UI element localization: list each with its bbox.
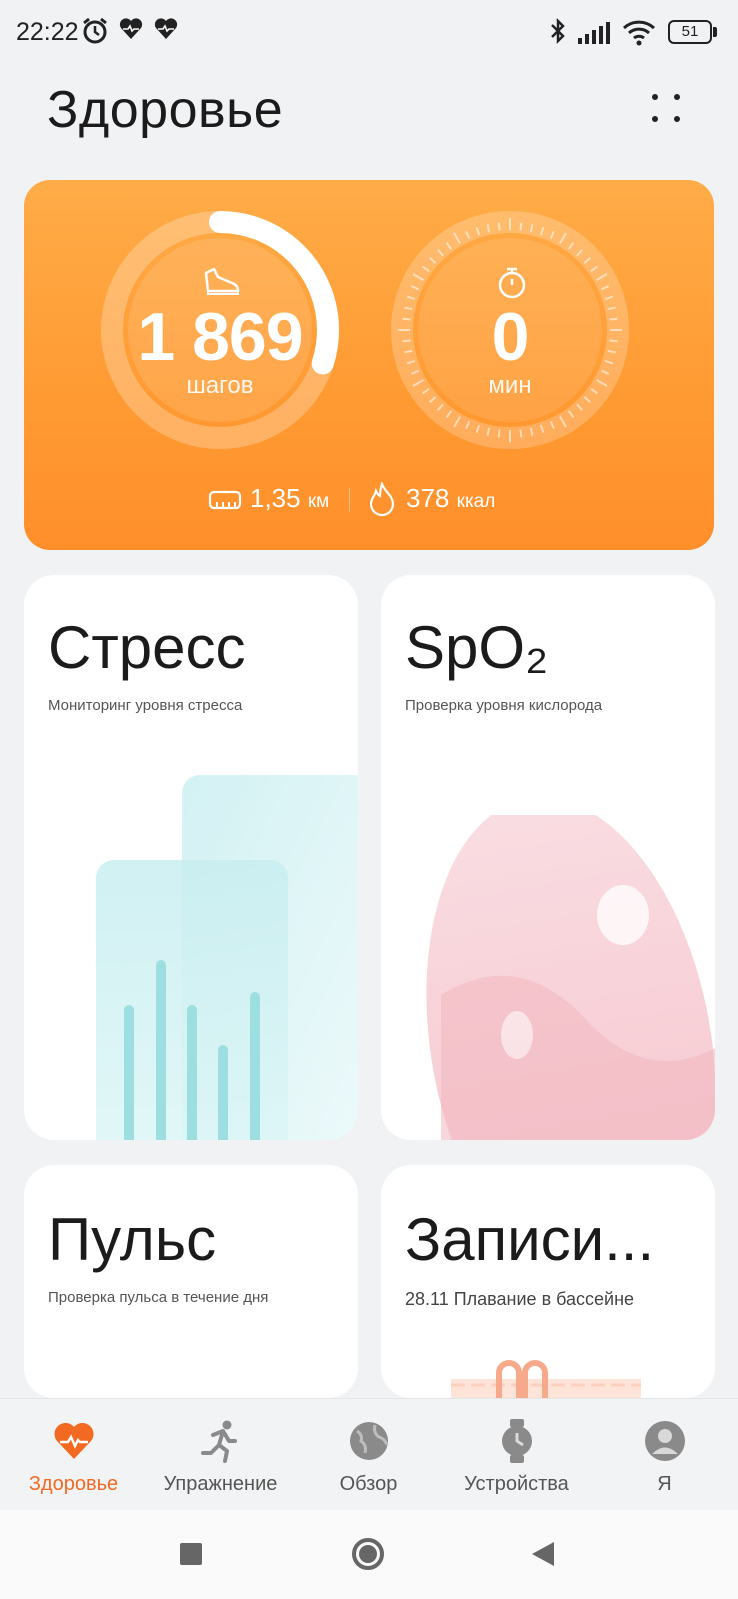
recents-square-icon[interactable]	[180, 1543, 202, 1565]
battery-level: 51	[681, 23, 699, 40]
heart-icon	[53, 1422, 94, 1459]
minute-tick	[497, 222, 501, 231]
running-icon	[200, 1420, 237, 1463]
more-dots-icon[interactable]	[648, 92, 688, 132]
minute-tick	[497, 429, 501, 438]
page-title: Здоровье	[47, 81, 284, 139]
system-nav-bar	[0, 1510, 738, 1599]
pulse-title: Пульс	[48, 1206, 217, 1273]
calories-unit: ккал	[456, 491, 496, 512]
stress-tile[interactable]: Стресс Мониторинг уровня стресса	[24, 575, 358, 1140]
nav-item-health[interactable]: Здоровье	[0, 1399, 147, 1511]
flame-icon	[369, 482, 395, 516]
records-activity: Плавание в бассейне	[453, 1289, 635, 1309]
spo2-title: SpO₂	[405, 614, 549, 681]
minutes-value: 0	[491, 299, 530, 375]
stopwatch-icon	[498, 267, 526, 299]
bluetooth-icon	[551, 17, 565, 45]
minute-tick	[519, 222, 523, 231]
globe-icon	[349, 1422, 388, 1460]
wifi-icon	[622, 20, 656, 46]
back-triangle-icon[interactable]	[530, 1540, 556, 1568]
home-circle-icon[interactable]	[352, 1538, 384, 1570]
steps-unit: шагов	[186, 372, 254, 399]
minute-tick	[519, 429, 523, 438]
alarm-icon	[83, 17, 107, 44]
activity-card[interactable]: 1 869 шагов 0 мин 1,35 км 378 ккал	[24, 180, 714, 550]
calories-stat: 378 ккал	[406, 483, 495, 514]
distance-unit: км	[307, 491, 330, 512]
nav-item-exercise[interactable]: Упражнение	[147, 1399, 294, 1511]
distance-value: 1,35	[250, 483, 301, 513]
stress-illustration	[96, 775, 358, 1140]
records-title: Записи...	[405, 1206, 655, 1273]
nav-label-devices: Устройства	[464, 1473, 569, 1495]
ruler-icon	[208, 490, 242, 510]
pulse-tile[interactable]: Пульс Проверка пульса в течение дня	[24, 1165, 358, 1398]
spo2-tile[interactable]: SpO₂ Проверка уровня кислорода	[381, 575, 715, 1140]
battery-tip	[713, 27, 717, 37]
watch-icon	[501, 1419, 532, 1463]
nav-item-me[interactable]: Я	[591, 1399, 738, 1511]
nav-item-devices[interactable]: Устройства	[443, 1399, 590, 1511]
records-tile[interactable]: Записи... 28.11 Плавание в бассейне	[381, 1165, 715, 1398]
steps-value: 1 869	[137, 299, 303, 375]
nav-item-overview[interactable]: Обзор	[295, 1399, 442, 1511]
stats-divider	[349, 488, 350, 512]
stress-title: Стресс	[48, 614, 246, 681]
stress-subtitle: Мониторинг уровня стресса	[48, 697, 243, 714]
records-entry: 28.11 Плавание в бассейне	[405, 1289, 634, 1310]
records-date: 28.11	[405, 1289, 449, 1309]
profile-icon	[644, 1421, 685, 1461]
nav-label-overview: Обзор	[339, 1473, 398, 1495]
battery-icon: 51	[668, 20, 712, 44]
nav-label-exercise: Упражнение	[163, 1473, 278, 1495]
calories-value: 378	[406, 483, 450, 513]
heart-rate-icon	[119, 18, 143, 39]
spo2-illustration	[426, 815, 715, 1140]
pool-icon	[451, 1360, 641, 1398]
distance-stat: 1,35 км	[250, 483, 329, 514]
shoe-icon	[204, 267, 240, 295]
status-time: 22:22	[16, 18, 79, 46]
minutes-unit: мин	[488, 372, 532, 399]
nav-label-health: Здоровье	[28, 1473, 119, 1495]
bottom-nav: Здоровье Упражнение Обзор Устройства Я	[0, 1398, 738, 1511]
heart-rate-icon	[154, 18, 178, 39]
signal-icon	[578, 22, 610, 44]
nav-label-me: Я	[657, 1473, 672, 1495]
pulse-subtitle: Проверка пульса в течение дня	[48, 1289, 269, 1306]
spo2-subtitle: Проверка уровня кислорода	[405, 697, 603, 714]
